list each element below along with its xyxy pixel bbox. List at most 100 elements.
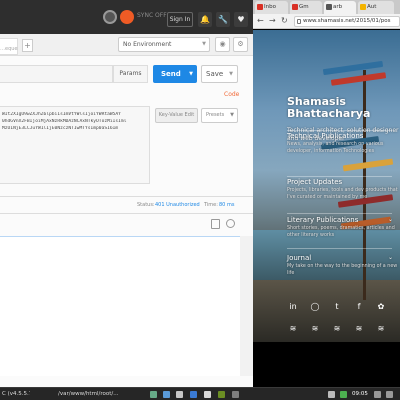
display-icon[interactable]	[386, 391, 393, 398]
desktop: SYNC OFF Sign In 🔔 🔧 ♥ …equest + No Envi…	[0, 0, 400, 400]
save-button[interactable]: Save ▼	[201, 65, 238, 83]
params-button[interactable]: Params	[113, 65, 148, 83]
page-footer-area	[253, 342, 400, 387]
body-line: MzU1NjE3LCJuYW1lIjE0NzczNTIwMTYsImp0aSI6…	[2, 126, 119, 131]
send-label: Send	[161, 70, 181, 78]
browser-tab-active[interactable]: arb	[324, 1, 356, 14]
address-bar[interactable]: www.shamasis.net/2015/01/pos	[294, 16, 400, 27]
presets-label: Presets	[206, 112, 225, 118]
browser-tab[interactable]: Aut	[358, 1, 394, 14]
nav-section-desc: My take on the way to the beginning of a…	[287, 264, 398, 276]
nav-section-title[interactable]: Journal ⌄	[287, 254, 399, 262]
nav-section-projects[interactable]: Project Updates Projects, libraries, too…	[287, 178, 399, 201]
response-body[interactable]	[0, 236, 240, 376]
gear-icon[interactable]: ⚙	[233, 37, 248, 52]
site-hero: Shamasis Bhattacharya Technical architec…	[253, 30, 400, 342]
nav-section-title[interactable]: Literary Publications ⌄	[287, 216, 399, 224]
nav-section-literary[interactable]: Literary Publications ⌄ Short stories, p…	[287, 216, 399, 239]
facebook-icon[interactable]: f	[354, 302, 364, 312]
sign-board	[330, 72, 387, 86]
nav-section-desc: Projects, libraries, tools and dev produ…	[287, 188, 398, 200]
code-link[interactable]: Code	[224, 91, 239, 98]
linkedin-icon[interactable]: in	[288, 302, 298, 312]
github-icon[interactable]: ◯	[310, 302, 320, 312]
wrench-icon[interactable]: 🔧	[216, 12, 230, 27]
stack-icon[interactable]: ≋	[332, 324, 342, 334]
add-tab-button[interactable]: +	[22, 39, 33, 52]
time-value[interactable]: 80 ms	[219, 202, 234, 208]
key-value-edit-button[interactable]: Key-Value Edit	[155, 108, 198, 123]
sign-in-button[interactable]: Sign In	[167, 12, 193, 27]
nav-section-title-text: Journal	[287, 254, 312, 262]
chevron-down-icon: ▼	[189, 71, 193, 77]
sign-board	[342, 158, 394, 172]
app-icon[interactable]	[176, 391, 183, 398]
stack-icon[interactable]: ≋	[288, 324, 298, 334]
url-input[interactable]	[0, 65, 113, 83]
status-value[interactable]: 401 Unauthorized	[155, 202, 200, 208]
chevron-down-icon: ▼	[230, 112, 234, 118]
twitter-icon[interactable]: t	[332, 302, 342, 312]
folder-icon[interactable]	[150, 391, 157, 398]
page-icon	[326, 4, 332, 10]
flickr-icon[interactable]: ✿	[376, 302, 386, 312]
divider	[287, 130, 392, 131]
environment-select[interactable]: No Environment ▼	[118, 37, 210, 52]
response-scrollbar[interactable]	[240, 236, 253, 376]
monitor-icon[interactable]	[374, 391, 381, 398]
postman-header: SYNC OFF Sign In 🔔 🔧 ♥	[0, 0, 253, 34]
body-line: 0hdGVnX2FBIjoiMjAxNzRkMDAzNCAxNTkyOTozMi…	[2, 119, 127, 124]
nav-section-title[interactable]: Technical Publications	[287, 132, 399, 140]
gmail-icon	[257, 4, 263, 10]
page-info-icon[interactable]	[297, 19, 301, 24]
chevron-down-icon[interactable]: ⌄	[388, 216, 393, 223]
stack-icon[interactable]: ≋	[354, 324, 364, 334]
browser-tab[interactable]: Inbo	[255, 1, 288, 14]
site-title[interactable]: Shamasis Bhattacharya	[287, 96, 397, 120]
app-icon[interactable]	[218, 391, 225, 398]
nav-section-desc: News, analysis, and research on various …	[287, 142, 384, 154]
nav-section-technical[interactable]: Technical Publications News, analysis, a…	[287, 132, 399, 155]
nav-section-desc: Short stories, poems, dramatics, article…	[287, 226, 395, 238]
sync-label: SYNC OFF	[137, 12, 167, 19]
stack-icon[interactable]: ≋	[310, 324, 320, 334]
app-icon[interactable]	[163, 391, 170, 398]
environment-label: No Environment	[123, 41, 172, 48]
app-icon[interactable]	[190, 391, 197, 398]
stack-icon[interactable]: ≋	[376, 324, 386, 334]
nav-section-title[interactable]: Project Updates	[287, 178, 399, 186]
eye-icon[interactable]: ◉	[215, 37, 230, 52]
taskbar-item[interactable]: C (v4.5.5.7)	[2, 389, 30, 400]
volume-icon[interactable]	[328, 391, 335, 398]
lock-icon	[360, 4, 366, 10]
heart-icon[interactable]: ♥	[234, 12, 248, 27]
chevron-down-icon: ▼	[229, 71, 233, 77]
request-body-editor[interactable]: WIt2XIgU9wZXJhZ6lpbiIsImVtYWlsIjoiYWRtaW…	[0, 106, 150, 184]
presets-dropdown[interactable]: Presets ▼	[201, 108, 238, 123]
sync-icon[interactable]	[103, 10, 117, 24]
network-icon[interactable]	[232, 391, 239, 398]
save-label: Save	[206, 70, 224, 78]
send-button[interactable]: Send ▼	[153, 65, 197, 83]
back-icon[interactable]: ←	[257, 16, 264, 25]
taskbar-item[interactable]: /var/www/html/root/...	[58, 389, 126, 400]
browser-tab[interactable]: Gm	[290, 1, 322, 14]
reload-icon[interactable]: ↻	[281, 16, 288, 25]
bell-icon[interactable]: 🔔	[198, 12, 212, 27]
battery-icon[interactable]	[340, 391, 347, 398]
forward-icon[interactable]: →	[269, 16, 276, 25]
clock[interactable]: 09:05	[352, 389, 368, 400]
search-icon[interactable]	[226, 219, 235, 228]
postman-window: SYNC OFF Sign In 🔔 🔧 ♥ …equest + No Envi…	[0, 0, 253, 387]
copy-icon[interactable]	[211, 219, 220, 229]
status-label: Status:	[137, 202, 155, 208]
response-status-bar: Status: 401 Unauthorized Time: 80 ms	[0, 196, 253, 214]
tab-label: Aut	[367, 4, 377, 10]
nav-section-title-text: Literary Publications	[287, 216, 359, 224]
tab-label: Inbo	[264, 4, 276, 10]
body-line: WIt2XIgU9wZXJhZ6lpbiIsImVtYWlsIjoiYWRtaW…	[2, 112, 121, 117]
chevron-down-icon[interactable]: ⌄	[388, 254, 393, 261]
nav-section-journal[interactable]: Journal ⌄ My take on the way to the begi…	[287, 254, 399, 277]
app-icon[interactable]	[204, 391, 211, 398]
request-tab[interactable]: …equest	[0, 38, 18, 55]
